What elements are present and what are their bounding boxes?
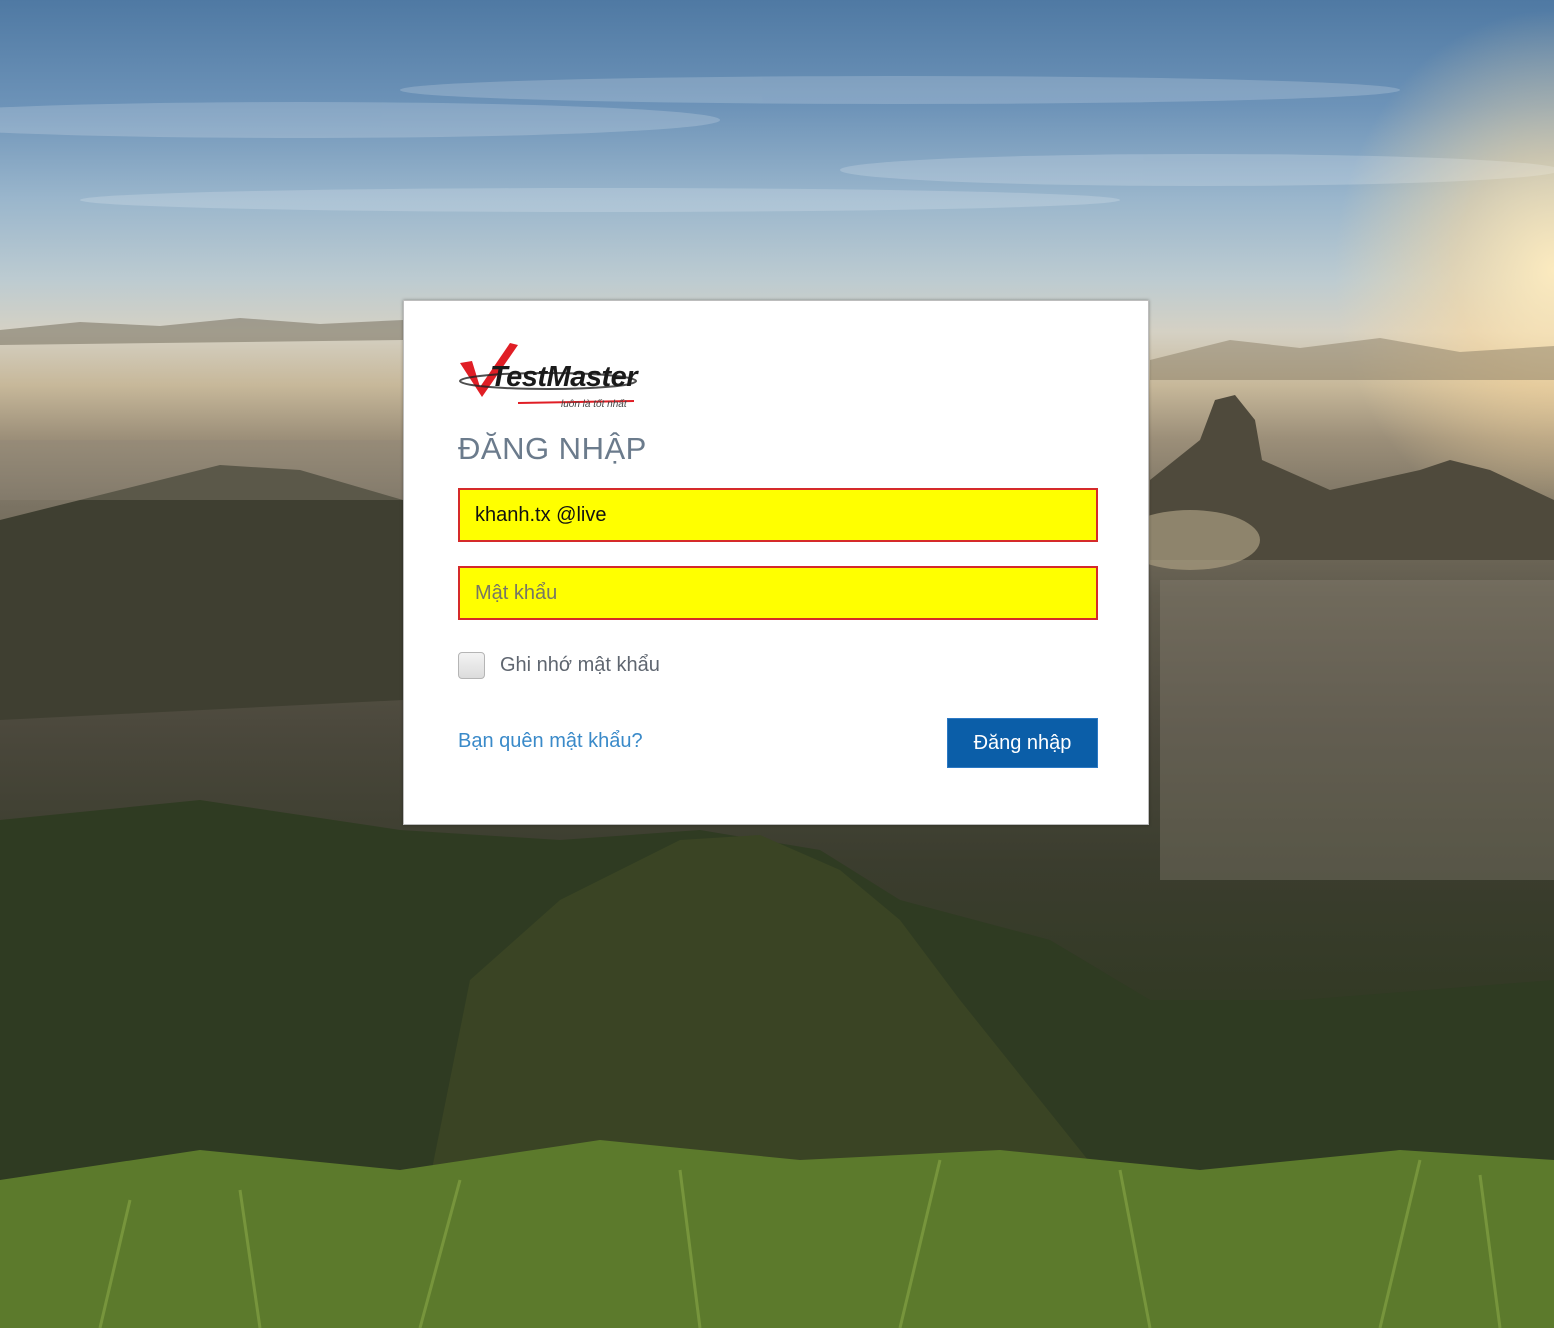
forgot-password-link[interactable]: Bạn quên mật khẩu?: [458, 730, 643, 753]
login-title: ĐĂNG NHẬP: [458, 431, 647, 466]
username-input[interactable]: [458, 488, 1098, 542]
login-button[interactable]: Đăng nhập: [947, 718, 1098, 768]
logo-tagline: luôn là tốt nhất: [561, 399, 627, 410]
logo-brand: TestMaster: [490, 361, 638, 393]
testmaster-logo: TestMaster luôn là tốt nhất: [458, 341, 642, 413]
password-input[interactable]: [458, 566, 1098, 620]
remember-me-checkbox[interactable]: [458, 651, 485, 679]
remember-me-row[interactable]: Ghi nhớ mật khẩu: [458, 649, 660, 681]
remember-me-label[interactable]: Ghi nhớ mật khẩu: [500, 654, 660, 677]
login-card: TestMaster luôn là tốt nhất ĐĂNG NHẬP Gh…: [403, 300, 1149, 825]
